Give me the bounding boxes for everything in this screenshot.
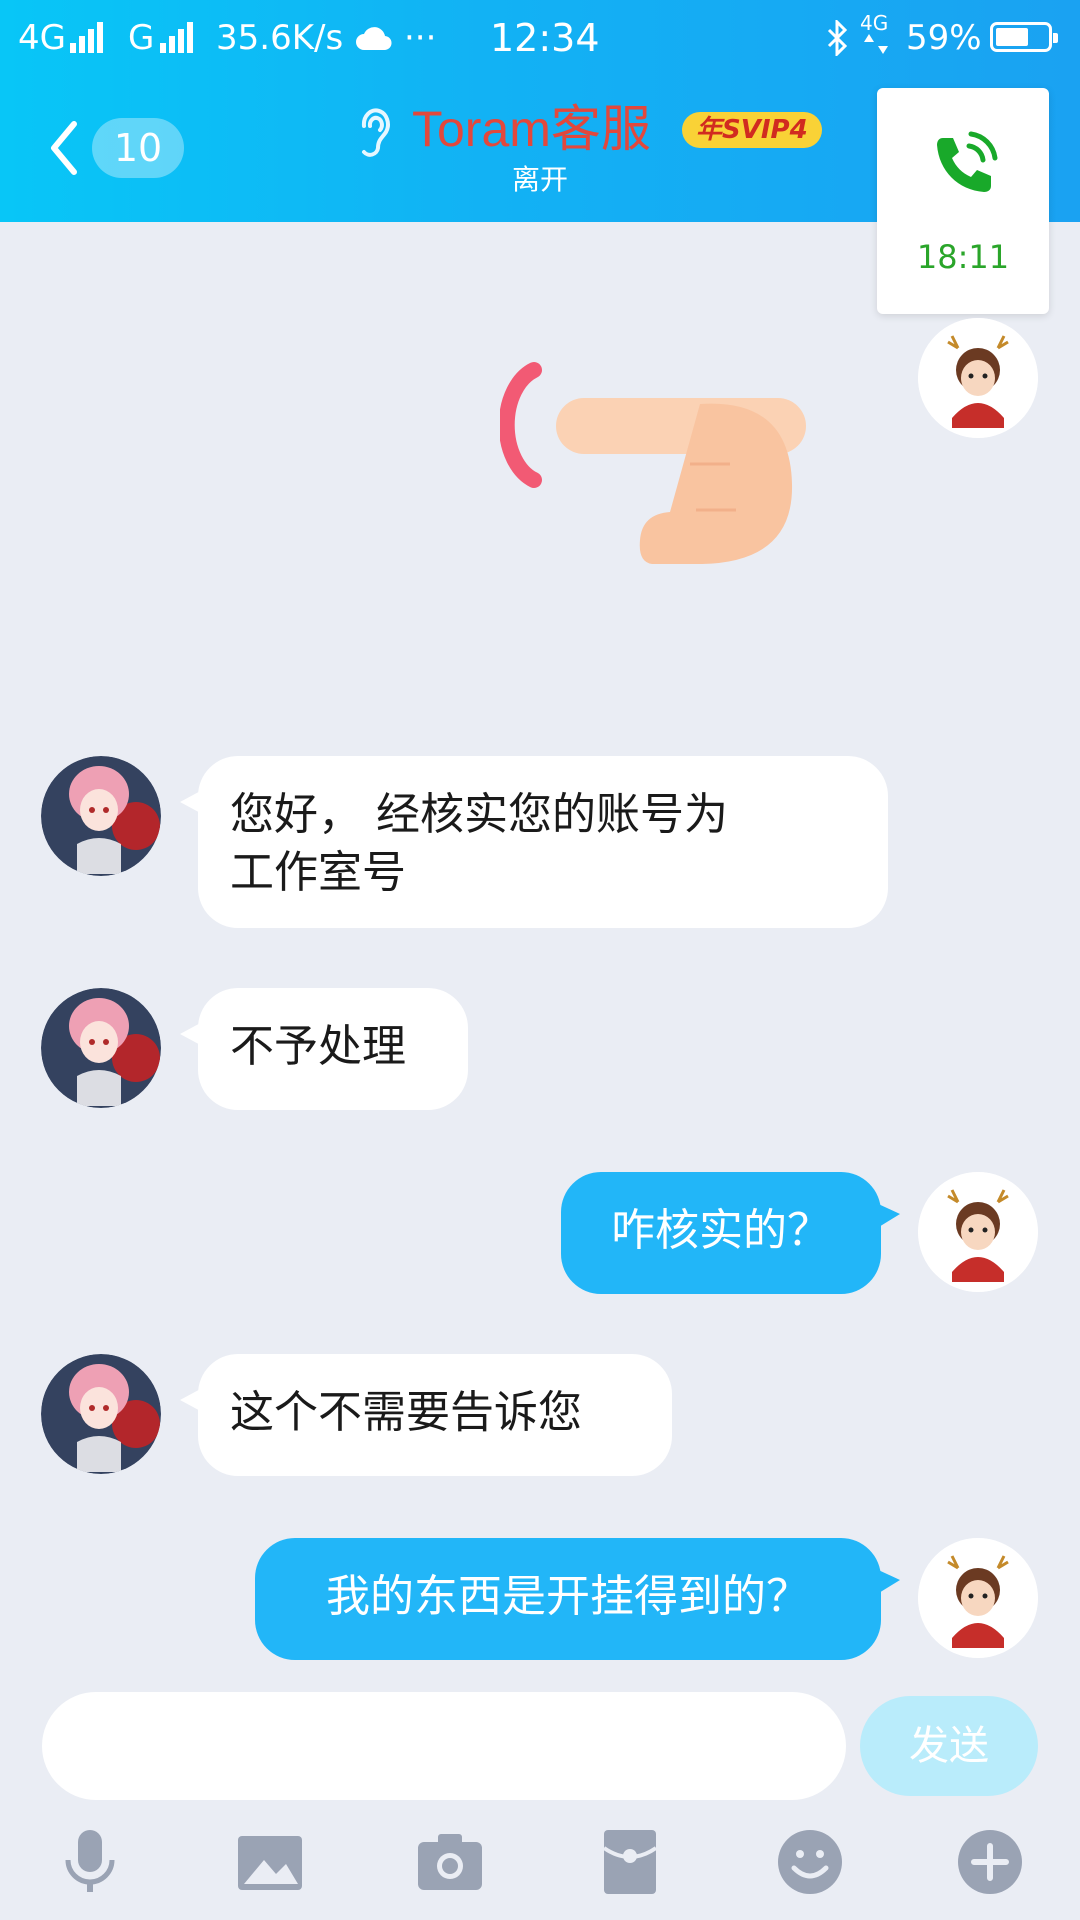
- status-bar: 4G G 35.6K/s ··· 12:34 4G 59%: [0, 0, 1080, 76]
- contact-avatar-image: [41, 1354, 161, 1474]
- mic-icon[interactable]: [54, 1826, 126, 1898]
- bubble-tail: [874, 1568, 900, 1596]
- network-speed: 35.6K/s: [216, 18, 344, 58]
- self-avatar[interactable]: [918, 318, 1038, 438]
- self-avatar[interactable]: [918, 1172, 1038, 1292]
- call-duration: 18:11: [916, 238, 1010, 276]
- svip-badge: 年SVIP4: [682, 112, 822, 148]
- bubble-tail: [874, 1202, 900, 1230]
- red-packet-icon[interactable]: [594, 1826, 666, 1898]
- message-bubble-incoming[interactable]: 您好， 经核实您的账号为 工作室号: [198, 756, 888, 928]
- battery-percent: 59%: [906, 18, 982, 58]
- bluetooth-icon: [827, 20, 848, 56]
- message-bubble-incoming[interactable]: 这个不需要告诉您: [198, 1354, 672, 1476]
- ear-icon[interactable]: [352, 104, 398, 158]
- message-text: 您好， 经核实您的账号为: [230, 789, 728, 840]
- plus-icon[interactable]: [954, 1826, 1026, 1898]
- weather-cloud-icon: [356, 27, 392, 51]
- message-bubble-incoming[interactable]: 不予处理: [198, 988, 468, 1110]
- network-label-2: G: [128, 18, 155, 58]
- contact-avatar-image: [41, 756, 161, 876]
- contact-avatar-image: [41, 988, 161, 1108]
- message-bubble-outgoing[interactable]: 我的东西是开挂得到的？: [255, 1538, 881, 1660]
- send-button[interactable]: 发送: [860, 1696, 1038, 1796]
- self-avatar-image: [918, 1538, 1038, 1658]
- message-text: 我的东西是开挂得到的？: [326, 1571, 810, 1622]
- message-input[interactable]: [42, 1692, 846, 1800]
- more-status-icons: ···: [404, 18, 437, 58]
- camera-icon[interactable]: [414, 1826, 486, 1898]
- pointing-hand-sticker: [500, 362, 806, 564]
- network-label-3: 4G: [860, 11, 889, 35]
- emoji-icon[interactable]: [774, 1826, 846, 1898]
- signal-icon-2: [160, 22, 196, 62]
- network-label-1: 4G: [18, 18, 66, 58]
- contact-avatar[interactable]: [41, 756, 161, 876]
- battery-icon: [990, 22, 1058, 52]
- phone-call-icon: [937, 131, 998, 192]
- self-avatar-image: [918, 318, 1038, 438]
- self-avatar[interactable]: [918, 1538, 1038, 1658]
- data-arrows-icon: [864, 34, 888, 54]
- message-text: 不予处理: [230, 1021, 406, 1072]
- message-text: 工作室号: [230, 847, 406, 898]
- contact-avatar[interactable]: [41, 1354, 161, 1474]
- ongoing-call-card[interactable]: 18:11: [877, 88, 1049, 314]
- image-icon[interactable]: [234, 1826, 306, 1898]
- message-text: 这个不需要告诉您: [230, 1387, 582, 1438]
- self-avatar-image: [918, 1172, 1038, 1292]
- chat-title: Toram客服: [412, 101, 651, 157]
- status-time: 12:34: [490, 16, 600, 60]
- message-bubble-outgoing[interactable]: 咋核实的？: [561, 1172, 881, 1294]
- message-text: 咋核实的？: [611, 1205, 831, 1256]
- signal-icon: [70, 22, 106, 62]
- contact-avatar[interactable]: [41, 988, 161, 1108]
- chat-header: 4G G 35.6K/s ··· 12:34 4G 59% 10 Toram客服…: [0, 0, 1080, 314]
